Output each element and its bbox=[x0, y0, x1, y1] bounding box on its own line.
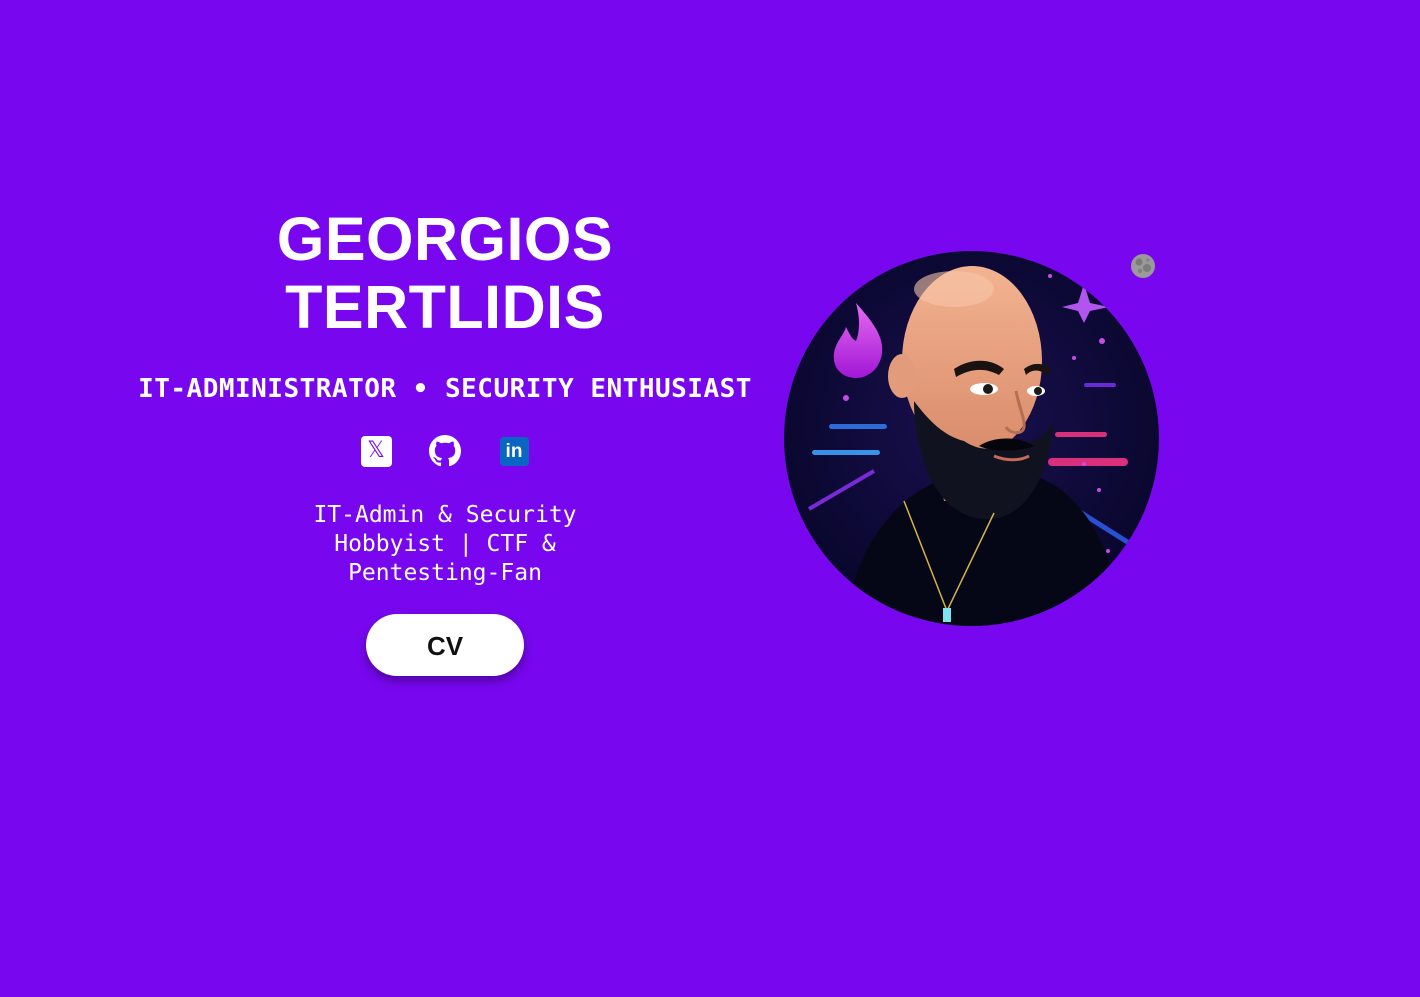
hero-intro: GEORGIOS TERTLIDIS IT-ADMINISTRATOR • SE… bbox=[120, 205, 770, 676]
avatar bbox=[784, 251, 1159, 626]
github-link[interactable] bbox=[429, 435, 461, 467]
last-name: TERTLIDIS bbox=[285, 273, 605, 341]
social-links: 𝕏 in bbox=[120, 435, 770, 467]
page-title: GEORGIOS TERTLIDIS bbox=[120, 205, 770, 341]
theme-toggle-button[interactable] bbox=[1130, 253, 1156, 279]
x-icon: 𝕏 bbox=[360, 435, 392, 467]
first-name: GEORGIOS bbox=[276, 205, 614, 273]
linkedin-glyph: in bbox=[505, 440, 523, 462]
x-link[interactable]: 𝕏 bbox=[360, 435, 392, 467]
github-icon bbox=[429, 435, 461, 467]
linkedin-link[interactable]: in bbox=[498, 435, 530, 467]
moon-icon bbox=[1130, 253, 1156, 279]
x-glyph: 𝕏 bbox=[367, 438, 385, 463]
bio-text: IT-Admin & Security Hobbyist | CTF & Pen… bbox=[313, 502, 577, 586]
tagline: IT-ADMINISTRATOR • SECURITY ENTHUSIAST bbox=[138, 374, 752, 404]
linkedin-icon: in bbox=[499, 436, 529, 466]
cv-button[interactable]: CV bbox=[366, 614, 524, 676]
